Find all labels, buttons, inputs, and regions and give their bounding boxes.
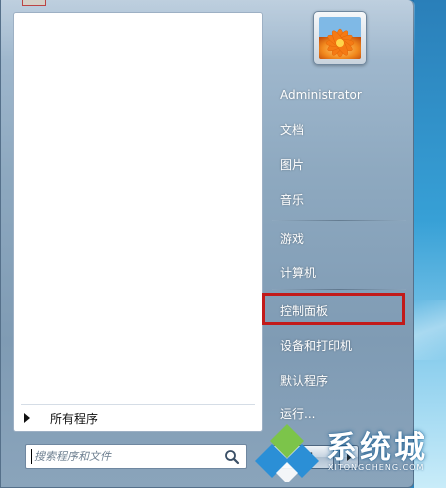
programs-divider	[21, 404, 255, 405]
devices-printers-link[interactable]: 设备和打印机	[271, 331, 407, 359]
user-avatar	[319, 17, 361, 59]
user-name-link[interactable]: Administrator	[271, 81, 407, 109]
search-icon[interactable]	[224, 449, 240, 465]
text-cursor	[31, 449, 32, 464]
all-programs-label: 所有程序	[50, 411, 99, 426]
shutdown-button[interactable]: 关机	[272, 445, 334, 469]
run-link[interactable]: 运行...	[271, 399, 407, 427]
right-divider	[272, 220, 406, 221]
expand-arrow-icon	[24, 413, 30, 423]
user-picture-frame[interactable]	[313, 11, 367, 65]
documents-link[interactable]: 文档	[271, 115, 407, 143]
taskbar-app-icon	[22, 0, 46, 6]
programs-list-pane	[13, 12, 263, 432]
right-divider	[272, 289, 406, 290]
pictures-link[interactable]: 图片	[271, 150, 407, 178]
search-input[interactable]	[26, 445, 226, 468]
search-box[interactable]	[25, 444, 247, 469]
shutdown-options-button[interactable]	[339, 445, 359, 469]
all-programs-button[interactable]: 所有程序	[18, 407, 258, 429]
default-programs-link[interactable]: 默认程序	[271, 366, 407, 394]
desktop-light-streak	[414, 300, 446, 360]
desktop-background	[414, 0, 446, 488]
computer-link[interactable]: 计算机	[271, 258, 407, 286]
chevron-right-icon	[347, 453, 352, 461]
control-panel-highlight-box	[262, 293, 405, 325]
music-link[interactable]: 音乐	[271, 185, 407, 213]
games-link[interactable]: 游戏	[271, 224, 407, 252]
